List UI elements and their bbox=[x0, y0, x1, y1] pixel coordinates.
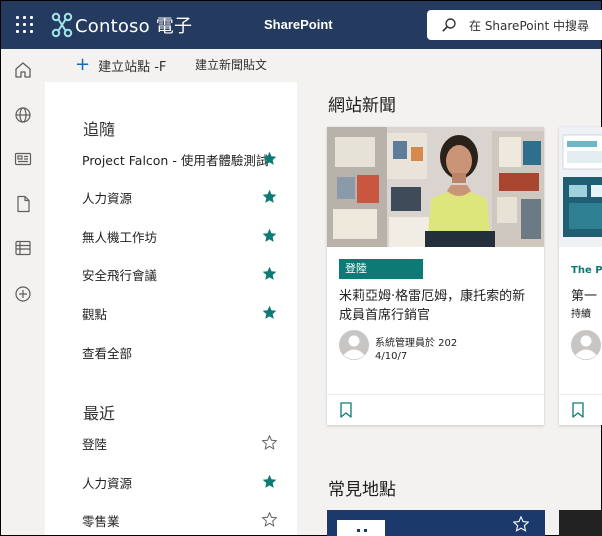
list-icon[interactable] bbox=[14, 239, 32, 257]
news-card[interactable]: 登陸 米莉亞姆·格雷厄姆，康托索的新成員首席行銷官 系統管理員於 202 4/1… bbox=[327, 127, 544, 425]
star-filled-icon[interactable] bbox=[262, 305, 277, 320]
following-item[interactable]: 無人機工作坊 bbox=[82, 226, 282, 246]
following-item-label: 觀點 bbox=[82, 306, 108, 322]
bookmark-icon[interactable] bbox=[571, 402, 585, 418]
contoso-logo-icon[interactable] bbox=[51, 12, 73, 38]
create-site-button[interactable]: + 建立站點 -F bbox=[75, 55, 166, 75]
following-item[interactable]: 安全飛行會議 bbox=[82, 264, 282, 284]
author-avatar-icon bbox=[571, 330, 601, 360]
recent-heading: 最近 bbox=[83, 404, 116, 423]
news-card-category-label[interactable]: The Pe bbox=[571, 265, 602, 276]
following-item[interactable]: Project Falcon - 使用者體驗測試 bbox=[82, 149, 282, 169]
suite-header: Contoso 電子 SharePoint 在 SharePoint 中搜尋 bbox=[1, 1, 602, 49]
star-outline-icon[interactable] bbox=[262, 512, 277, 527]
news-card-title[interactable]: 米莉亞姆·格雷厄姆，康托索的新成員首席行銷官 bbox=[339, 287, 535, 325]
bookmark-icon[interactable] bbox=[339, 402, 353, 418]
star-filled-icon[interactable] bbox=[262, 189, 277, 204]
following-item-label: Project Falcon - 使用者體驗測試 bbox=[82, 152, 269, 168]
plus-icon: + bbox=[75, 54, 91, 75]
following-item-label: 安全飛行會議 bbox=[82, 267, 158, 283]
card-divider bbox=[327, 394, 544, 395]
search-box[interactable]: 在 SharePoint 中搜尋 bbox=[427, 10, 602, 40]
following-item[interactable]: 觀點 bbox=[82, 303, 282, 323]
star-filled-icon[interactable] bbox=[262, 151, 277, 166]
news-card-author: 系統管理員於 202 bbox=[375, 338, 458, 349]
news-icon[interactable] bbox=[14, 150, 32, 168]
news-card-title[interactable]: 第一 bbox=[571, 287, 597, 306]
news-card-image[interactable] bbox=[327, 127, 544, 247]
news-card-category-badge[interactable]: 登陸 bbox=[339, 259, 423, 279]
star-filled-icon[interactable] bbox=[262, 228, 277, 243]
news-card[interactable]: The Pe 第一 持續 bbox=[559, 127, 602, 425]
create-news-button[interactable]: 建立新聞貼文 bbox=[195, 56, 267, 73]
recent-item[interactable]: 人力資源 bbox=[82, 472, 282, 492]
search-placeholder: 在 SharePoint 中搜尋 bbox=[469, 19, 590, 33]
recent-item-label: 人力資源 bbox=[82, 475, 133, 491]
document-icon[interactable] bbox=[14, 195, 32, 213]
home-icon[interactable] bbox=[14, 61, 32, 79]
site-logo bbox=[337, 520, 385, 536]
news-card-image[interactable] bbox=[559, 127, 602, 247]
see-all-link[interactable]: 查看全部 bbox=[82, 342, 282, 362]
app-launcher-waffle-icon[interactable] bbox=[13, 13, 37, 37]
star-outline-icon[interactable] bbox=[513, 516, 529, 532]
news-card-subtitle: 持續 bbox=[571, 309, 591, 320]
sites-panel: 追隨 Project Falcon - 使用者體驗測試 人力資源 無人機工作坊 … bbox=[45, 82, 297, 535]
star-outline-icon[interactable] bbox=[262, 435, 277, 450]
recent-item-label: 登陸 bbox=[82, 436, 108, 452]
following-item-label: 人力資源 bbox=[82, 190, 133, 206]
app-name[interactable]: SharePoint bbox=[264, 17, 333, 32]
following-item-label: 無人機工作坊 bbox=[82, 229, 158, 245]
author-avatar-icon bbox=[339, 330, 369, 360]
frequent-sites-heading: 常見地點 bbox=[328, 480, 396, 500]
news-card-date: 4/10/7 bbox=[375, 351, 408, 362]
create-site-label: 建立站點 -F bbox=[98, 59, 167, 75]
star-filled-icon[interactable] bbox=[262, 474, 277, 489]
frequent-site-tile[interactable] bbox=[327, 510, 545, 536]
news-heading: 網站新聞 bbox=[328, 96, 396, 116]
site-brand-title[interactable]: Contoso 電子 bbox=[75, 12, 192, 38]
add-icon[interactable] bbox=[14, 285, 32, 303]
recent-item[interactable]: 零售業 bbox=[82, 510, 282, 530]
following-item[interactable]: 人力資源 bbox=[82, 187, 282, 207]
frequent-site-tile[interactable] bbox=[559, 510, 602, 536]
card-divider bbox=[559, 394, 602, 395]
recent-item-label: 零售業 bbox=[82, 513, 120, 529]
star-filled-icon[interactable] bbox=[262, 266, 277, 281]
search-icon bbox=[442, 18, 456, 32]
command-bar: + 建立站點 -F 建立新聞貼文 bbox=[45, 49, 601, 82]
app-bar bbox=[1, 49, 45, 535]
recent-item[interactable]: 登陸 bbox=[82, 433, 282, 453]
following-heading: 追隨 bbox=[83, 120, 116, 139]
globe-icon[interactable] bbox=[14, 106, 32, 124]
